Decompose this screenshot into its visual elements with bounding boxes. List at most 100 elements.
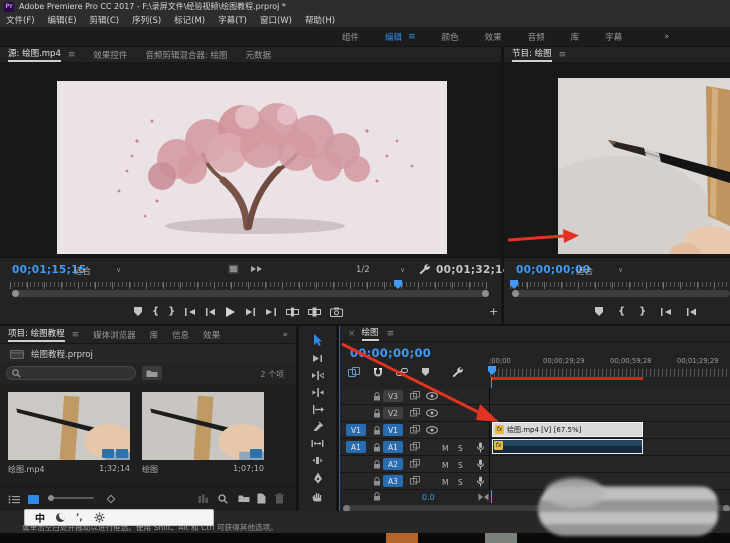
track-a3-mic-icon[interactable] bbox=[476, 476, 485, 487]
track-v2-lock-icon[interactable] bbox=[373, 409, 381, 418]
timeline-tab-close-icon[interactable]: × bbox=[348, 329, 356, 339]
ime-bar[interactable]: 中 ’, bbox=[24, 509, 214, 526]
workspace-libraries[interactable]: 库 bbox=[571, 31, 580, 43]
export-frame-button[interactable] bbox=[330, 307, 343, 317]
track-a3-synclock-icon[interactable] bbox=[410, 476, 421, 485]
program-step-back-button[interactable] bbox=[686, 307, 697, 317]
overwrite-button[interactable] bbox=[308, 307, 321, 317]
track-a2-synclock-icon[interactable] bbox=[410, 459, 421, 468]
master-bowtie-icon[interactable] bbox=[478, 493, 489, 501]
workspace-assembly[interactable]: 组件 bbox=[342, 31, 359, 43]
slide-tool-icon[interactable] bbox=[311, 455, 324, 466]
program-zoombar-left-handle[interactable] bbox=[512, 290, 519, 297]
slip-tool-icon[interactable] bbox=[311, 438, 324, 449]
snap-magnet-icon[interactable] bbox=[373, 367, 383, 378]
source-scrubber[interactable] bbox=[0, 280, 501, 299]
menu-file[interactable]: 文件(F) bbox=[6, 14, 35, 26]
program-mark-out-button[interactable]: } bbox=[639, 306, 646, 317]
program-scrubber[interactable] bbox=[504, 280, 730, 299]
track-v2-eye-icon[interactable] bbox=[426, 409, 438, 417]
track-a1-mute-button[interactable]: M bbox=[442, 444, 448, 453]
ime-moon-icon[interactable] bbox=[56, 513, 65, 522]
search-input[interactable] bbox=[6, 366, 136, 380]
track-v3-synclock-icon[interactable] bbox=[410, 391, 421, 400]
track-a2-mute-button[interactable]: M bbox=[442, 461, 448, 470]
source-viewer[interactable] bbox=[0, 63, 501, 257]
icon-view-button[interactable] bbox=[28, 495, 39, 504]
menu-edit[interactable]: 编辑(E) bbox=[48, 14, 77, 26]
rate-stretch-tool-icon[interactable] bbox=[312, 404, 324, 415]
new-bin-button[interactable] bbox=[238, 494, 250, 503]
tab-timeline-sequence[interactable]: 绘图 bbox=[362, 326, 379, 341]
track-a2-lock-icon[interactable] bbox=[373, 460, 381, 469]
workspace-menu-icon[interactable]: ≡ bbox=[408, 32, 416, 42]
track-a3-lock-icon[interactable] bbox=[373, 477, 381, 486]
track-a1-synclock-icon[interactable] bbox=[410, 442, 421, 451]
razor-tool-icon[interactable] bbox=[312, 421, 324, 432]
project-readorder-icon[interactable] bbox=[198, 494, 209, 504]
track-v1-eye-icon[interactable] bbox=[426, 426, 438, 434]
timeline-ruler-ticks[interactable] bbox=[490, 369, 730, 377]
tab-effects[interactable]: 效果 bbox=[203, 329, 220, 341]
program-mark-in-button[interactable]: { bbox=[618, 306, 625, 317]
tab-libraries[interactable]: 库 bbox=[150, 329, 159, 341]
mark-in-button[interactable]: { bbox=[152, 306, 159, 317]
nest-toggle-icon[interactable] bbox=[348, 367, 360, 377]
track-a3-badge[interactable]: A3 bbox=[383, 475, 403, 487]
go-to-out-button[interactable] bbox=[265, 307, 277, 317]
program-zoom-scrollbar[interactable] bbox=[512, 290, 730, 297]
track-a3-solo-button[interactable]: S bbox=[458, 478, 463, 487]
timeline-current-timecode[interactable]: 00;00;00;00 bbox=[350, 346, 431, 360]
delete-button[interactable] bbox=[275, 493, 284, 504]
source-settings-wrench-icon[interactable] bbox=[418, 263, 430, 275]
workspace-color[interactable]: 颜色 bbox=[442, 31, 459, 43]
tab-source[interactable]: 源: 绘图.mp4 bbox=[8, 47, 61, 62]
selection-tool-icon[interactable] bbox=[312, 334, 324, 347]
playback-arrows-icon[interactable] bbox=[250, 264, 264, 274]
track-v3-badge[interactable]: V3 bbox=[383, 390, 403, 402]
timeline-video-clip[interactable]: fx 绘图.mp4 [V] [67.5%] bbox=[492, 422, 643, 437]
ripple-edit-tool-icon[interactable] bbox=[312, 370, 324, 381]
source-patch-v1[interactable]: V1 bbox=[346, 424, 366, 436]
track-a1-lock-icon[interactable] bbox=[373, 443, 381, 452]
source-zoom-level-select[interactable]: 适合 bbox=[74, 265, 91, 277]
find-button[interactable] bbox=[218, 494, 228, 504]
source-patch-a1[interactable]: A1 bbox=[346, 441, 366, 453]
mark-out-button[interactable]: } bbox=[168, 306, 175, 317]
menu-help[interactable]: 帮助(H) bbox=[305, 14, 335, 26]
tab-info[interactable]: 信息 bbox=[172, 329, 189, 341]
track-v1-badge[interactable]: V1 bbox=[383, 424, 403, 436]
tab-program[interactable]: 节目: 绘图 bbox=[512, 47, 552, 62]
button-editor-plus[interactable]: + bbox=[489, 305, 498, 318]
track-v3-lock-icon[interactable] bbox=[373, 392, 381, 401]
project-panel-menu-icon[interactable]: ≡ bbox=[72, 330, 80, 340]
project-bin-row[interactable]: 绘图教程.prproj bbox=[0, 345, 296, 362]
project-clip-item-1[interactable]: 绘图.mp4 1;32;14 bbox=[8, 392, 130, 490]
timeline-settings-wrench-icon[interactable] bbox=[451, 366, 463, 378]
source-panel-menu-icon[interactable]: ≡ bbox=[68, 50, 76, 60]
automate-to-sequence-icon[interactable] bbox=[106, 494, 116, 504]
pen-tool-icon[interactable] bbox=[313, 472, 323, 484]
project-tabs-overflow-icon[interactable]: » bbox=[283, 330, 288, 340]
track-v1-synclock-icon[interactable] bbox=[410, 425, 421, 434]
add-marker-button[interactable] bbox=[133, 306, 143, 317]
track-a1-badge[interactable]: A1 bbox=[383, 441, 403, 453]
rolling-edit-tool-icon[interactable] bbox=[312, 387, 324, 398]
go-to-in-button[interactable] bbox=[184, 307, 196, 317]
ime-language-indicator[interactable]: 中 bbox=[35, 510, 45, 525]
track-a3-mute-button[interactable]: M bbox=[442, 478, 448, 487]
source-zoombar-left-handle[interactable] bbox=[12, 290, 19, 297]
timeline-add-marker-icon[interactable] bbox=[421, 367, 430, 377]
new-item-button[interactable] bbox=[257, 493, 266, 504]
step-back-button[interactable] bbox=[205, 307, 216, 317]
program-go-to-in-button[interactable] bbox=[660, 307, 672, 317]
thumbnail-zoom-slider-handle[interactable] bbox=[48, 495, 54, 501]
tab-project[interactable]: 项目: 绘图教程 bbox=[8, 327, 65, 342]
track-a1-mic-icon[interactable] bbox=[476, 442, 485, 453]
menu-titles[interactable]: 字幕(T) bbox=[218, 14, 247, 26]
menu-sequence[interactable]: 序列(S) bbox=[132, 14, 161, 26]
master-level-value[interactable]: 0.0 bbox=[422, 493, 435, 502]
program-zoom-level-select[interactable]: 适合 bbox=[576, 265, 593, 277]
workspace-overflow-icon[interactable]: » bbox=[664, 32, 669, 42]
track-v3-eye-icon[interactable] bbox=[426, 392, 438, 400]
